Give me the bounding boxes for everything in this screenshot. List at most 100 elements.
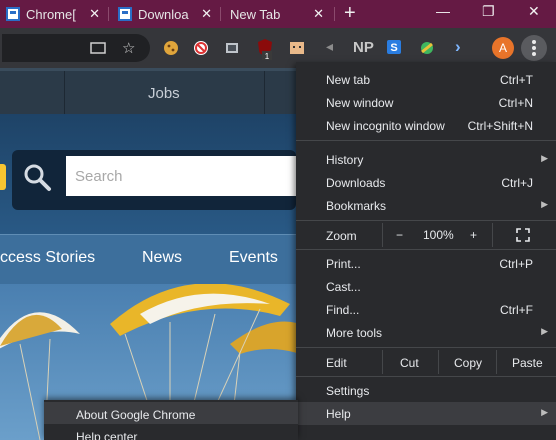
menu-item-shortcut: Ctrl+T [500,73,533,87]
tab-separator [334,7,335,21]
menu-item-help-center[interactable]: Help center [44,424,298,440]
menu-item-more-tools[interactable]: More tools ▶ [296,321,556,344]
menu-item-label: New incognito window [326,119,445,133]
close-tab-icon[interactable]: ✕ [89,6,100,22]
submenu-item-label: About Google Chrome [76,408,196,422]
bookmark-star-icon[interactable]: ☆ [122,39,135,57]
fullscreen-icon[interactable] [516,228,530,242]
menu-item-new-incognito-window[interactable]: New incognito window Ctrl+Shift+N [296,114,556,137]
edit-divider [496,350,497,374]
chrome-menu-button[interactable] [521,35,547,61]
tab-title: Downloa [138,6,189,22]
menu-row-edit: Edit Cut Copy Paste [296,350,556,374]
nav-divider [64,71,65,117]
page-favicon-icon [118,7,132,21]
submenu-arrow-icon: ▶ [541,199,548,209]
menu-item-label: Help [326,407,351,421]
menu-item-new-window[interactable]: New window Ctrl+N [296,91,556,114]
cast-icon[interactable] [90,42,106,54]
s-extension-icon[interactable]: S [386,39,402,55]
screenshot-extension-icon[interactable] [224,40,240,56]
nav-link-events[interactable]: Events [229,249,278,267]
web-page-content: Jobs ccess Stories News Events [0,68,296,440]
zoom-label: Zoom [326,229,357,243]
tab-separator [220,7,221,21]
menu-separator [296,347,556,348]
minimize-button[interactable]: — [436,3,450,19]
menu-item-find[interactable]: Find... Ctrl+F [296,298,556,321]
paste-button[interactable]: Paste [512,356,543,370]
zoom-level: 100% [423,228,454,242]
back-arrow-extension-icon[interactable]: ◂ [326,38,333,55]
submenu-arrow-icon: ▶ [541,153,548,163]
profile-avatar[interactable]: A [492,37,514,59]
svg-text:S: S [390,42,397,54]
site-top-nav: Jobs [0,68,296,117]
site-section-nav: ccess Stories News Events [0,234,296,284]
site-search-input[interactable] [66,156,296,196]
close-tab-icon[interactable]: ✕ [313,6,324,22]
menu-item-settings[interactable]: Settings [296,379,556,402]
menu-item-new-tab[interactable]: New tab Ctrl+T [296,68,556,91]
close-tab-icon[interactable]: ✕ [201,6,212,22]
menu-item-help[interactable]: Help ▶ [296,402,556,425]
menu-item-label: Downloads [326,176,386,190]
edit-divider [382,350,383,374]
cut-button[interactable]: Cut [400,356,419,370]
menu-item-shortcut: Ctrl+N [498,96,533,110]
help-submenu: About Google Chrome Help center [44,400,298,440]
tab-chrome[interactable]: Chrome[ ✕ [6,0,106,28]
ublock-extension-icon[interactable]: 1 [256,38,274,60]
new-tab-button[interactable]: + [344,2,356,25]
tab-title: Chrome[ [26,6,76,22]
restore-button[interactable]: ❐ [482,3,495,20]
search-accent [0,164,6,190]
menu-item-label: New tab [326,73,371,87]
tab-new-tab[interactable]: New Tab ✕ [230,0,330,28]
np-extension-icon[interactable]: NP [353,39,374,56]
menu-separator [296,220,556,221]
extension-badge-count: 1 [265,52,270,60]
menu-separator [296,249,556,250]
zoom-out-button[interactable]: − [396,228,403,242]
edit-divider [438,350,439,374]
menu-item-print[interactable]: Print... Ctrl+P [296,252,556,275]
zoom-divider [382,223,383,247]
close-window-button[interactable]: ✕ [528,3,540,20]
tab-downloads[interactable]: Downloa ✕ [118,0,218,28]
menu-item-shortcut: Ctrl+Shift+N [467,119,533,133]
tab-separator [108,7,109,21]
block-extension-icon[interactable] [193,40,209,56]
menu-item-bookmarks[interactable]: Bookmarks ▶ [296,194,556,217]
nav-link-success-stories[interactable]: ccess Stories [0,249,95,267]
menu-item-cast[interactable]: Cast... [296,275,556,298]
forward-extension-icon[interactable]: › [455,37,461,57]
copy-button[interactable]: Copy [454,356,482,370]
menu-item-label: Print... [326,257,361,271]
address-bar[interactable]: ☆ [2,34,150,62]
menu-item-label: More tools [326,326,383,340]
search-icon[interactable] [18,158,58,198]
menu-item-shortcut: Ctrl+P [499,257,533,271]
menu-dot-icon [532,46,536,50]
menu-item-history[interactable]: History ▶ [296,148,556,171]
zoom-in-button[interactable]: + [470,228,477,242]
menu-item-label: Cast... [326,280,361,294]
nav-link-news[interactable]: News [142,249,182,267]
menu-item-label: New window [326,96,394,110]
cookie-extension-icon[interactable] [163,40,179,56]
menu-item-label: Bookmarks [326,199,387,213]
menu-item-downloads[interactable]: Downloads Ctrl+J [296,171,556,194]
tab-title: New Tab [230,6,281,22]
edit-label: Edit [326,356,347,370]
face-extension-icon[interactable] [289,40,305,56]
submenu-item-label: Help center [76,430,138,440]
menu-item-shortcut: Ctrl+F [500,303,533,317]
menu-item-about-chrome[interactable]: About Google Chrome [44,402,298,424]
menu-item-label: Find... [326,303,360,317]
nav-link-jobs[interactable]: Jobs [148,85,180,102]
menu-item-label: Settings [326,384,370,398]
submenu-arrow-icon: ▶ [541,326,548,336]
menu-dot-icon [532,40,536,44]
color-picker-extension-icon[interactable] [418,40,436,56]
